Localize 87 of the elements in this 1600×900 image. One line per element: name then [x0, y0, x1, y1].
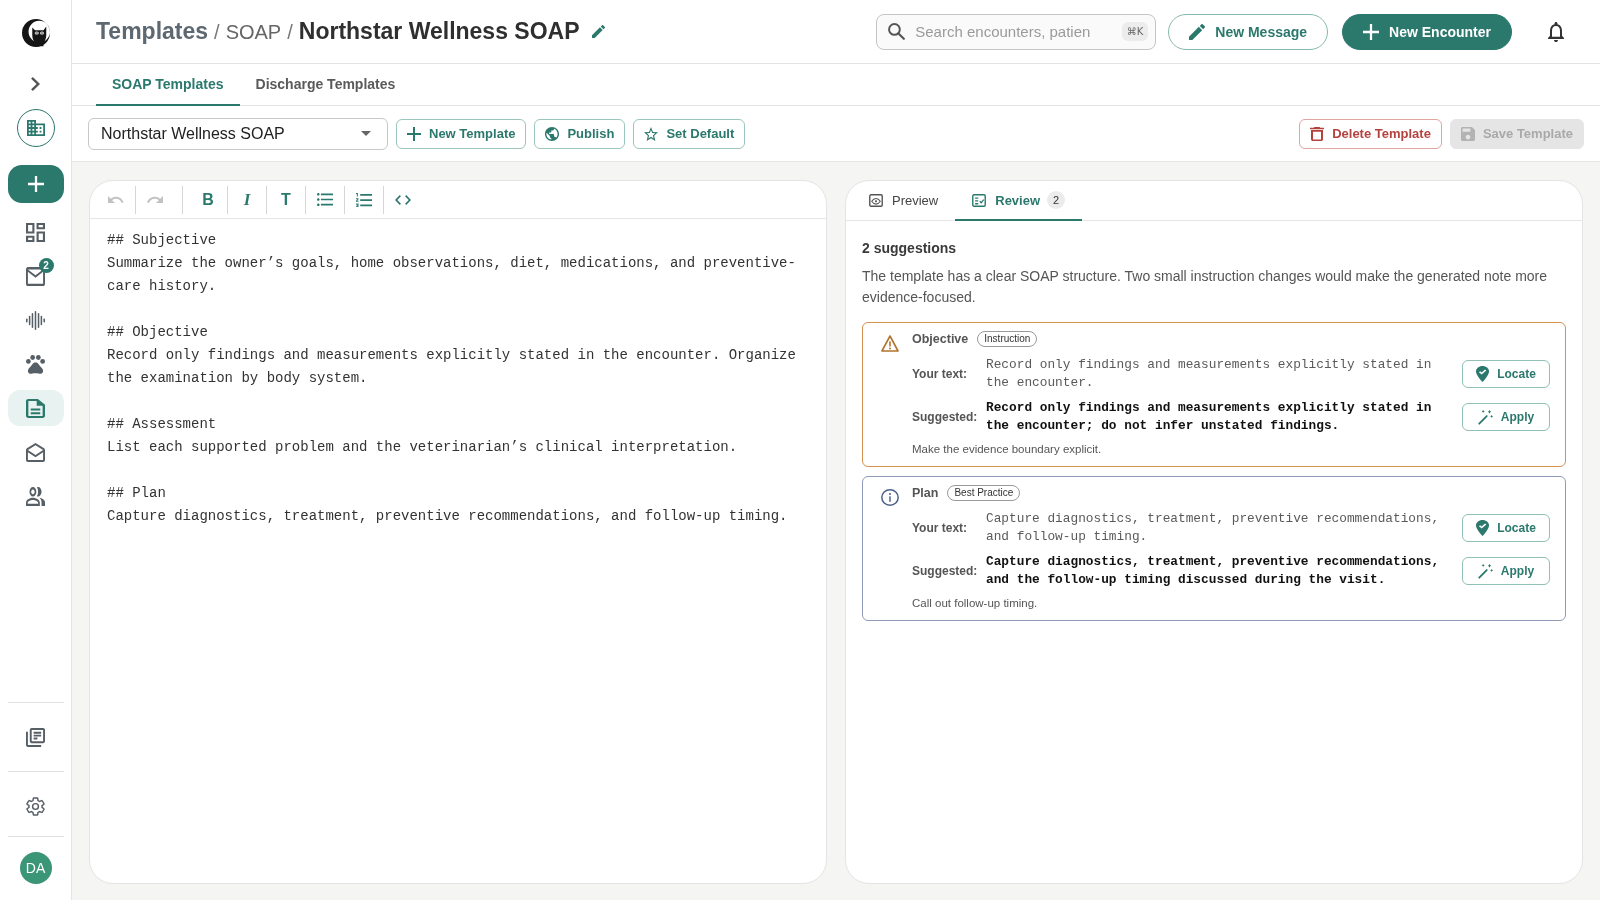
apply-button[interactable]: Apply	[1462, 403, 1550, 431]
tab[interactable]: Discharge Templates	[239, 64, 412, 106]
settings-icon	[26, 796, 45, 816]
current-text: Capture diagnostics, treatment, preventive recommendations, and follow-up timing.	[986, 510, 1441, 546]
caret-down-icon	[361, 131, 371, 136]
breadcrumb-separator: /	[287, 21, 293, 44]
star-icon	[644, 126, 659, 141]
bold-button[interactable]: B	[193, 185, 223, 214]
heading-button[interactable]: T	[271, 185, 301, 214]
plus-icon	[407, 126, 421, 141]
suggestions-heading: 2 suggestions	[862, 239, 958, 257]
apply-button[interactable]: Apply	[1462, 557, 1550, 585]
template-instruction-text: List each supported problem and the veterinarian’s clinical interpretation.	[107, 438, 739, 457]
owl-icon	[21, 18, 50, 48]
waveform-icon	[26, 310, 45, 330]
suggested-text: Capture diagnostics, treatment, preventive recommendations, and the follow-up timing discussed during the visit.	[986, 553, 1441, 589]
section-name: Plan	[912, 486, 939, 500]
breadcrumb-link[interactable]: SOAP	[225, 21, 282, 44]
building-button[interactable]	[16, 109, 55, 147]
bullet-list-icon	[317, 193, 333, 206]
search-icon	[888, 23, 906, 40]
section-name: Objective	[912, 332, 969, 346]
publish-button[interactable]: Publish	[534, 118, 626, 149]
delete-template-button[interactable]: Delete Template	[1299, 118, 1442, 149]
edit-button[interactable]	[591, 25, 605, 38]
dashboard-icon	[26, 222, 45, 242]
new-message-button[interactable]: New Message	[1168, 13, 1329, 50]
set-default-button[interactable]: Set Default	[633, 118, 746, 149]
pencil-icon	[591, 25, 605, 38]
pencil-icon	[1189, 23, 1206, 40]
magic-wand-icon	[1477, 563, 1493, 579]
bell-icon	[1548, 21, 1564, 42]
template-instruction-text: Record only findings and measurements explicitly stated in the encounter. Organize the examination by body system.	[107, 346, 797, 388]
field-label: Suggested:	[912, 564, 979, 578]
tab[interactable]: Preview	[852, 181, 956, 221]
documents-icon	[26, 727, 45, 747]
locate-button[interactable]: Locate	[1462, 360, 1550, 388]
breadcrumb-separator: /	[214, 21, 220, 44]
field-label: Suggested:	[912, 410, 979, 424]
template-instruction-text: Summarize the owner’s goals, home observations, diet, medications, and preventive-care history.	[107, 254, 797, 296]
new-template-button[interactable]: New Template	[396, 118, 527, 149]
document-icon	[26, 398, 45, 418]
field-label: Your text:	[912, 521, 969, 535]
locate-button[interactable]: Locate	[1462, 514, 1550, 542]
markdown-heading: ## Plan	[107, 484, 167, 503]
markdown-heading: ## Assessment	[107, 415, 218, 434]
info-icon	[881, 489, 899, 506]
template-select[interactable]: Northstar Wellness SOAP	[88, 117, 388, 150]
suggestion-note: Call out follow-up timing.	[912, 596, 1039, 610]
chevron-right-icon	[31, 77, 40, 91]
tab[interactable]: Review 2	[955, 181, 1083, 221]
italic-button[interactable]: I	[232, 185, 262, 214]
building-icon	[26, 120, 45, 136]
markdown-heading: ## Objective	[107, 323, 209, 342]
page-title: Northstar Wellness SOAP	[298, 18, 580, 45]
pin-check-icon	[1476, 366, 1490, 382]
redo-icon	[147, 196, 163, 203]
people-icon	[26, 486, 45, 506]
suggestion-note: Make the evidence boundary explicit.	[912, 442, 1103, 456]
eye-box-icon	[869, 193, 883, 207]
magic-wand-icon	[1477, 409, 1493, 425]
pin-check-icon	[1476, 520, 1490, 536]
count-badge: 2	[38, 258, 54, 273]
nav-item[interactable]: 2	[7, 258, 64, 294]
breadcrumb-link[interactable]: Templates	[96, 18, 209, 45]
count-badge: 2	[1047, 191, 1066, 209]
trash-icon	[1310, 126, 1325, 141]
plus-icon	[27, 176, 44, 192]
undo-icon	[108, 196, 124, 203]
nav-item[interactable]	[7, 390, 64, 426]
warning-icon	[881, 335, 899, 352]
checklist-icon	[972, 193, 987, 207]
suggested-text: Record only findings and measurements explicitly stated in the encounter; do not infer unstated findings.	[986, 399, 1433, 435]
review-summary-text: The template has a clear SOAP structure. Two small instruction changes would make the generated note more evidence-focused.	[862, 267, 1549, 307]
new-encounter-button[interactable]: New Encounter	[1342, 13, 1512, 50]
open-envelope-icon	[26, 442, 45, 462]
code-icon	[395, 194, 411, 205]
template-instruction-text: Capture diagnostics, treatment, preventive recommendations, and follow-up timing.	[107, 507, 789, 526]
user-avatar[interactable]: DA	[19, 852, 52, 884]
current-text: Record only findings and measurements explicitly stated in the encounter.	[986, 356, 1433, 392]
numbered-list-icon	[356, 192, 372, 207]
paw-icon	[26, 354, 45, 374]
markdown-heading: ## Subjective	[107, 231, 218, 250]
plus-icon	[1363, 23, 1380, 40]
globe-icon	[545, 126, 560, 141]
add-button[interactable]	[7, 165, 64, 203]
field-label: Your text:	[912, 367, 969, 381]
